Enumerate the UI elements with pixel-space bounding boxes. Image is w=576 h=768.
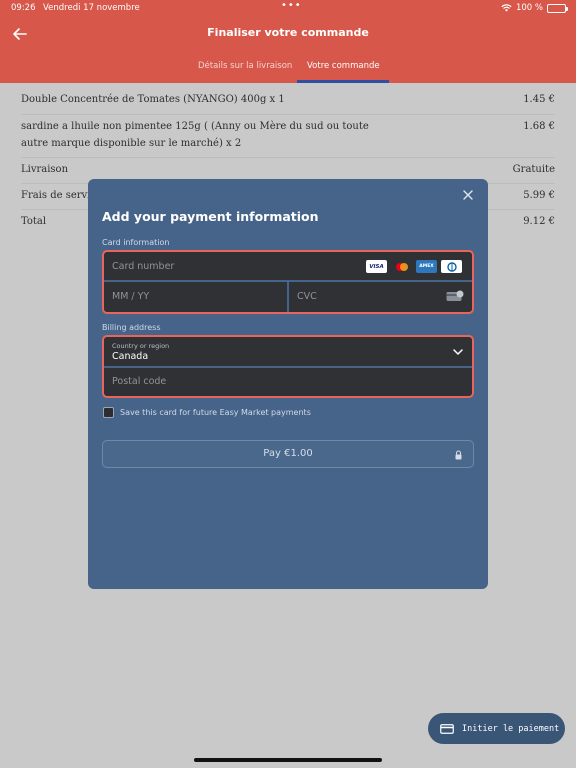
postal-code-input[interactable]: Postal code (112, 376, 166, 387)
visa-icon: VISA (366, 260, 387, 273)
divider (104, 366, 472, 368)
service-fee-amount: 5.99 € (523, 190, 555, 201)
battery-percent: 100 % (515, 3, 543, 13)
cvc-card-icon (446, 290, 464, 301)
divider (21, 157, 555, 158)
billing-section-label: Billing address (102, 323, 161, 332)
wifi-icon (501, 4, 512, 12)
pay-button-label: Pay €1.00 (263, 448, 313, 459)
card-brands: VISA AMEX (366, 260, 462, 273)
delivery-amount: Gratuite (512, 164, 555, 175)
card-section-label: Card information (102, 238, 170, 247)
billing-address-group: Country or region Canada Postal code (102, 335, 474, 398)
lock-icon (455, 450, 462, 460)
item-label: Double Concentrée de Tomates (NYANGO) 40… (21, 94, 285, 105)
item-label-line2: autre marque disponible sur le marché) x… (21, 138, 242, 149)
tab-your-order[interactable]: Votre commande (307, 61, 380, 71)
multitask-dots[interactable]: ••• (281, 0, 302, 11)
initiate-payment-label: Initier le paiement (462, 723, 560, 734)
payment-modal: Add your payment information Card inform… (88, 179, 488, 589)
total-amount: 9.12 € (523, 216, 555, 227)
status-right: 100 % (501, 3, 568, 13)
total-label: Total (21, 216, 47, 227)
divider (21, 114, 555, 115)
home-indicator[interactable] (194, 758, 382, 762)
status-date: Vendredi 17 novembre (43, 3, 140, 13)
chevron-down-icon (453, 349, 463, 355)
item-amount: 1.68 € (523, 121, 555, 132)
country-select[interactable]: Country or region Canada (104, 337, 472, 366)
save-card-label: Save this card for future Easy Market pa… (120, 408, 311, 417)
divider (287, 282, 289, 312)
amex-icon: AMEX (416, 260, 437, 273)
close-icon[interactable] (460, 187, 476, 203)
credit-card-icon (440, 723, 454, 734)
modal-title: Add your payment information (102, 209, 319, 224)
pay-button[interactable]: Pay €1.00 (102, 440, 474, 468)
expiry-input[interactable]: MM / YY (112, 291, 149, 302)
delivery-label: Livraison (21, 164, 69, 175)
country-value: Canada (112, 351, 149, 362)
tab-delivery-details[interactable]: Détails sur la livraison (198, 61, 292, 71)
page-title: Finaliser votre commande (207, 26, 369, 39)
card-number-input[interactable]: Card number (112, 261, 174, 272)
country-label: Country or region (112, 342, 170, 350)
item-amount: 1.45 € (523, 94, 555, 105)
app-header: 09:26 Vendredi 17 novembre ••• 100 % Fin… (0, 0, 576, 83)
cvc-input[interactable]: CVC (297, 291, 317, 302)
card-info-group: Card number VISA AMEX MM / YY CVC (102, 250, 474, 314)
save-card-checkbox[interactable] (103, 407, 114, 418)
mastercard-icon (391, 260, 412, 273)
battery-icon (547, 3, 568, 13)
diners-icon (441, 260, 462, 273)
status-time: 09:26 (11, 3, 36, 13)
initiate-payment-button[interactable]: Initier le paiement (428, 713, 565, 744)
